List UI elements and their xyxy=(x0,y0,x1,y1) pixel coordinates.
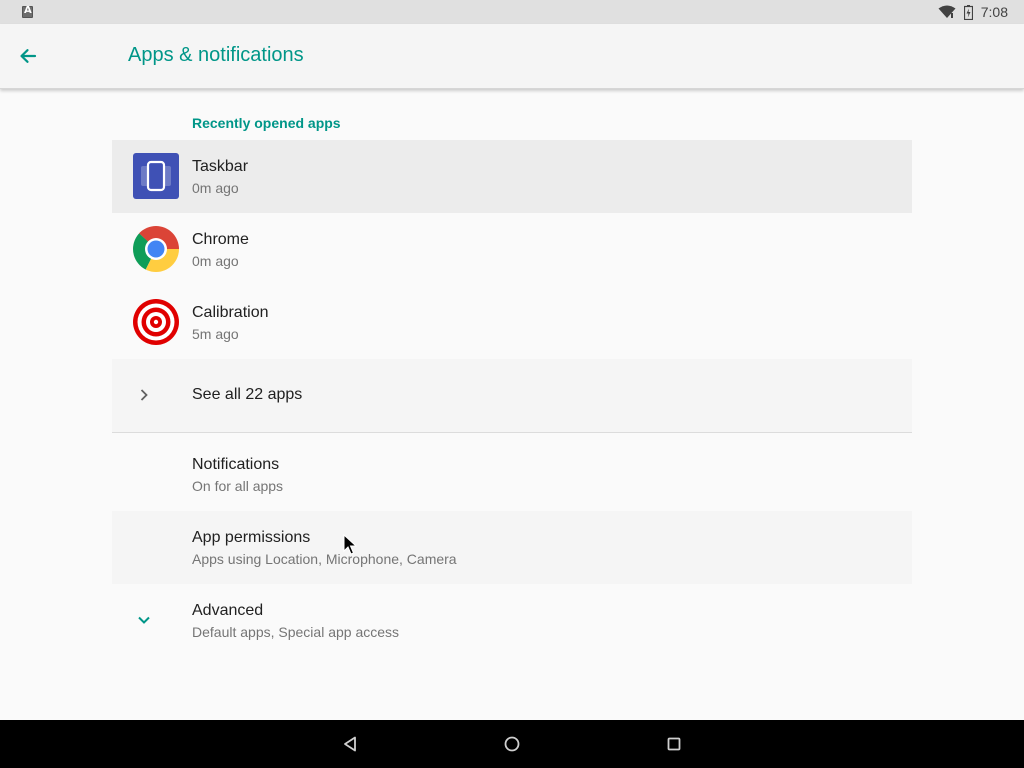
app-bar: Apps & notifications xyxy=(0,24,1024,89)
status-right-area: 7:08 xyxy=(938,0,1008,24)
setting-title: App permissions xyxy=(192,529,311,546)
setting-title: Advanced xyxy=(192,602,264,619)
section-header-recent: Recently opened apps xyxy=(192,115,341,131)
settings-item-app-permissions[interactable]: App permissions Apps using Location, Mic… xyxy=(112,511,912,584)
app-name: Taskbar xyxy=(192,158,249,175)
settings-item-advanced[interactable]: Advanced Default apps, Special app acces… xyxy=(112,584,912,657)
app-name: Chrome xyxy=(192,231,249,248)
settings-item-notifications[interactable]: Notifications On for all apps xyxy=(112,438,912,511)
setting-summary: Default apps, Special app access xyxy=(192,624,400,640)
app-last-opened: 0m ago xyxy=(192,253,239,269)
app-last-opened: 0m ago xyxy=(192,180,239,196)
setting-title: Notifications xyxy=(192,456,280,473)
app-last-opened: 5m ago xyxy=(192,326,239,342)
recents-square-icon xyxy=(667,737,681,751)
arrow-back-icon xyxy=(20,49,37,63)
see-all-apps-label: See all 22 apps xyxy=(192,386,303,403)
chevron-right-icon xyxy=(136,383,152,407)
chevron-down-icon xyxy=(136,608,152,632)
navigation-bar xyxy=(0,720,1024,768)
status-bar: 7:08 xyxy=(0,0,1024,24)
a-letter-icon xyxy=(22,5,33,18)
nav-back-button[interactable] xyxy=(334,728,366,760)
nav-home-button[interactable] xyxy=(496,728,528,760)
home-circle-icon xyxy=(504,736,520,752)
recent-app-calibration[interactable]: Calibration 5m ago xyxy=(112,286,912,359)
nav-recents-button[interactable] xyxy=(658,728,690,760)
main-content: Recently opened apps Taskbar 0m ago Chro… xyxy=(112,90,912,657)
taskbar-app-icon xyxy=(132,152,180,200)
see-all-apps-row[interactable]: See all 22 apps xyxy=(112,359,912,432)
back-button[interactable] xyxy=(12,40,44,72)
back-triangle-icon xyxy=(344,736,356,752)
setting-summary: On for all apps xyxy=(192,478,284,494)
calibration-app-icon xyxy=(132,298,180,346)
recent-app-taskbar[interactable]: Taskbar 0m ago xyxy=(112,140,912,213)
mouse-pointer-icon xyxy=(343,534,357,555)
wifi-icon xyxy=(938,5,956,18)
chrome-app-icon xyxy=(132,225,180,273)
status-time: 7:08 xyxy=(980,4,1008,20)
recent-app-chrome[interactable]: Chrome 0m ago xyxy=(112,213,912,286)
page-title: Apps & notifications xyxy=(128,44,304,66)
app-name: Calibration xyxy=(192,304,269,321)
setting-summary: Apps using Location, Microphone, Camera xyxy=(192,551,457,567)
battery-icon xyxy=(963,4,973,20)
